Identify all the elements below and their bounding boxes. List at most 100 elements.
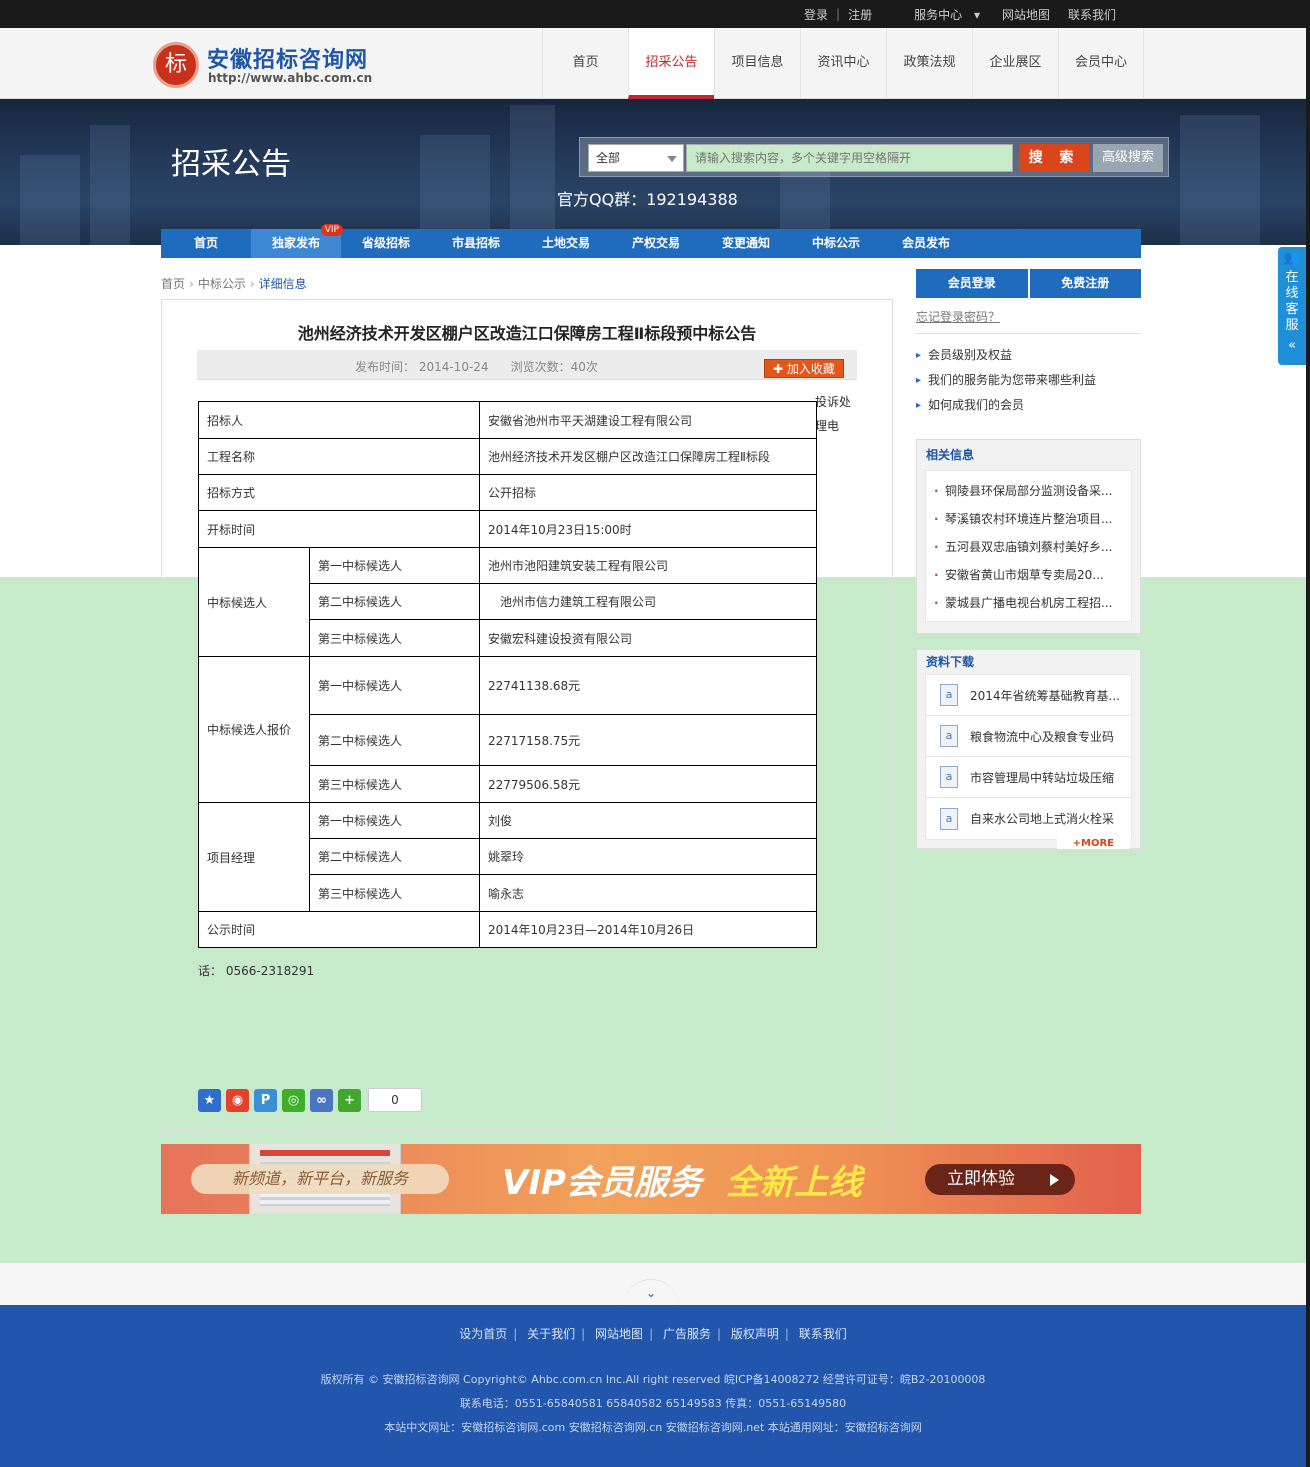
download-item[interactable]: a 自来水公司地上式消火栓采 xyxy=(926,798,1131,839)
vip-promo-banner[interactable]: 新频道，新平台，新服务 VIP会员服务 全新上线 立即体验 xyxy=(161,1144,1141,1214)
search-category-select[interactable]: 全部 xyxy=(588,144,684,172)
complaint-note-line: 投诉处 xyxy=(815,395,852,409)
online-service-float[interactable]: 👥 在线客服 « xyxy=(1278,247,1306,365)
content-container: 首页 独家发布 VIP 省级招标 市县招标 土地交易 产权交易 变更通知 中标公示… xyxy=(150,219,1152,1263)
main-nav-projects[interactable]: 项目信息 xyxy=(714,28,800,99)
table-cell-value: 22741138.68元 xyxy=(479,656,817,715)
category-nav-land[interactable]: 土地交易 xyxy=(521,229,611,258)
list-item[interactable]: 安徽省黄山市烟草专卖局20... xyxy=(926,561,1131,589)
main-nav-news[interactable]: 资讯中心 xyxy=(800,28,886,99)
weibo-icon[interactable]: ◉ xyxy=(226,1088,249,1112)
plus-icon: ✚ xyxy=(773,362,787,376)
category-nav-member[interactable]: 会员发布 xyxy=(881,229,971,258)
category-nav-changes[interactable]: 变更通知 xyxy=(701,229,791,258)
related-info-box: 相关信息 铜陵县环保局部分监测设备采... 琴溪镇农村环境连片整治项目... 五… xyxy=(916,439,1141,634)
table-cell-label: 中标候选人 xyxy=(198,547,310,657)
main-nav-companies[interactable]: 企业展区 xyxy=(972,28,1058,99)
category-nav-provincial[interactable]: 省级招标 xyxy=(341,229,431,258)
main-nav-members[interactable]: 会员中心 xyxy=(1058,28,1144,99)
search-button[interactable]: 搜 索 xyxy=(1019,144,1089,172)
table-cell-value: 22717158.75元 xyxy=(479,714,817,766)
download-item[interactable]: a 市容管理局中转站垃圾压缩 xyxy=(926,757,1131,798)
category-nav-exclusive[interactable]: 独家发布 VIP xyxy=(251,224,343,258)
member-link[interactable]: 会员级别及权益 xyxy=(916,343,1096,368)
breadcrumb-current: 详细信息 xyxy=(258,277,307,291)
document-icon: a xyxy=(940,766,958,788)
separator: | xyxy=(836,7,841,21)
banner-skyline xyxy=(1180,115,1260,245)
sitemap-link[interactable]: 网站地图 xyxy=(1002,6,1050,23)
member-links: 会员级别及权益 我们的服务能为您带来哪些利益 如何成我们的会员 xyxy=(916,343,1096,418)
main-nav-announcements[interactable]: 招采公告 xyxy=(628,28,714,99)
member-link[interactable]: 如何成我们的会员 xyxy=(916,393,1096,418)
breadcrumb-winning[interactable]: 中标公示 xyxy=(198,277,246,291)
separator: | xyxy=(784,1327,789,1341)
download-item[interactable]: a 2014年省统筹基础教育基... xyxy=(926,675,1131,716)
footer-link[interactable]: 设为首页 xyxy=(459,1327,507,1341)
list-item[interactable]: 铜陵县环保局部分监测设备采... xyxy=(926,477,1131,505)
list-item[interactable]: 琴溪镇农村环境连片整治项目... xyxy=(926,505,1131,533)
free-register-button[interactable]: 免费注册 xyxy=(1029,269,1141,298)
login-link[interactable]: 登录 xyxy=(804,6,828,23)
collapse-arrows-icon[interactable]: « xyxy=(1278,338,1306,353)
table-row: 中标候选人 第一中标候选人 池州市池阳建筑安装工程有限公司 xyxy=(198,547,817,657)
contact-link[interactable]: 联系我们 xyxy=(1068,6,1116,23)
download-item-label: 2014年省统筹基础教育基... xyxy=(970,688,1120,703)
footer-link[interactable]: 版权声明 xyxy=(731,1327,779,1341)
renren-icon[interactable]: ∞ xyxy=(310,1088,333,1112)
main-nav-home[interactable]: 首页 xyxy=(542,28,628,99)
service-center-link[interactable]: 服务中心 ▾ xyxy=(910,6,984,23)
chevron-down-icon xyxy=(667,156,677,162)
wechat-icon[interactable]: ◎ xyxy=(282,1088,305,1112)
list-item[interactable]: 五河县双忠庙镇刘蔡村美好乡... xyxy=(926,533,1131,561)
downloads-box: 资料下载 a 2014年省统筹基础教育基... a 粮食物流中心及粮食专业码 a 市容… xyxy=(916,649,1141,849)
category-nav-city[interactable]: 市县招标 xyxy=(431,229,521,258)
forgot-password-link[interactable]: 忘记登录密码？ xyxy=(916,308,1000,325)
breadcrumb: 首页 › 中标公示 › 详细信息 xyxy=(161,275,307,292)
add-favorite-button[interactable]: ✚ 加入收藏 xyxy=(764,359,844,378)
search-input[interactable] xyxy=(686,144,1013,172)
page-title: 招采公告 xyxy=(171,147,291,182)
table-row: 招标人 安徽省池州市平天湖建设工程有限公司 xyxy=(198,401,817,439)
table-cell-value: 池州市信力建筑工程有限公司 xyxy=(479,583,817,620)
table-cell-value: 公开招标 xyxy=(479,474,817,511)
footer-link[interactable]: 联系我们 xyxy=(799,1327,847,1341)
more-link[interactable]: +MORE xyxy=(1056,839,1130,849)
try-now-button[interactable]: 立即体验 xyxy=(925,1164,1075,1195)
member-login-button[interactable]: 会员登录 xyxy=(916,269,1028,298)
table-cell-value: 刘俊 xyxy=(479,802,817,839)
footer-link[interactable]: 网站地图 xyxy=(595,1327,643,1341)
more-share-plus-icon[interactable]: + xyxy=(338,1088,361,1112)
qzone-star-icon[interactable]: ★ xyxy=(198,1088,221,1112)
add-favorite-label: 加入收藏 xyxy=(786,362,835,376)
phone-number: 0566-2318291 xyxy=(225,964,315,978)
table-row: 招标方式 公开招标 xyxy=(198,474,817,511)
chevron-right-icon: › xyxy=(249,277,255,291)
list-item[interactable]: 蒙城县广播电视台机房工程招... xyxy=(926,589,1131,617)
vip-title-highlight: 全新上线 xyxy=(726,1163,862,1203)
category-nav-property[interactable]: 产权交易 xyxy=(611,229,701,258)
footer-link[interactable]: 广告服务 xyxy=(663,1327,711,1341)
table-cell-rank: 第一中标候选人 xyxy=(309,802,480,839)
table-cell-value: 2014年10月23日—2014年10月26日 xyxy=(479,911,817,948)
category-nav-home[interactable]: 首页 xyxy=(161,229,251,258)
separator: | xyxy=(513,1327,518,1341)
table-cell-rank: 第三中标候选人 xyxy=(309,619,480,657)
download-item[interactable]: a 粮食物流中心及粮食专业码 xyxy=(926,716,1131,757)
table-cell-rank: 第三中标候选人 xyxy=(309,874,480,912)
member-link[interactable]: 我们的服务能为您带来哪些利益 xyxy=(916,368,1096,393)
service-center-label: 服务中心 xyxy=(914,7,963,22)
advanced-search-button[interactable]: 高级搜索 xyxy=(1093,144,1163,172)
site-logo[interactable]: 标 安徽招标咨询网 http://www.ahbc.com.cn xyxy=(153,40,393,90)
category-nav-winning[interactable]: 中标公示 xyxy=(791,229,881,258)
footer-link[interactable]: 关于我们 xyxy=(527,1327,575,1341)
breadcrumb-home[interactable]: 首页 xyxy=(161,277,185,291)
register-link[interactable]: 注册 xyxy=(848,6,872,23)
category-nav: 首页 独家发布 VIP 省级招标 市县招标 土地交易 产权交易 变更通知 中标公示… xyxy=(161,224,1141,258)
tencent-weibo-icon[interactable]: P xyxy=(254,1088,277,1112)
main-nav: 首页 招采公告 项目信息 资讯中心 政策法规 企业展区 会员中心 xyxy=(542,28,1144,99)
download-item-label: 市容管理局中转站垃圾压缩 xyxy=(970,770,1115,785)
member-actions: 会员登录 免费注册 xyxy=(916,269,1141,298)
main-nav-policy[interactable]: 政策法规 xyxy=(886,28,972,99)
table-cell-rank: 第三中标候选人 xyxy=(309,765,480,803)
